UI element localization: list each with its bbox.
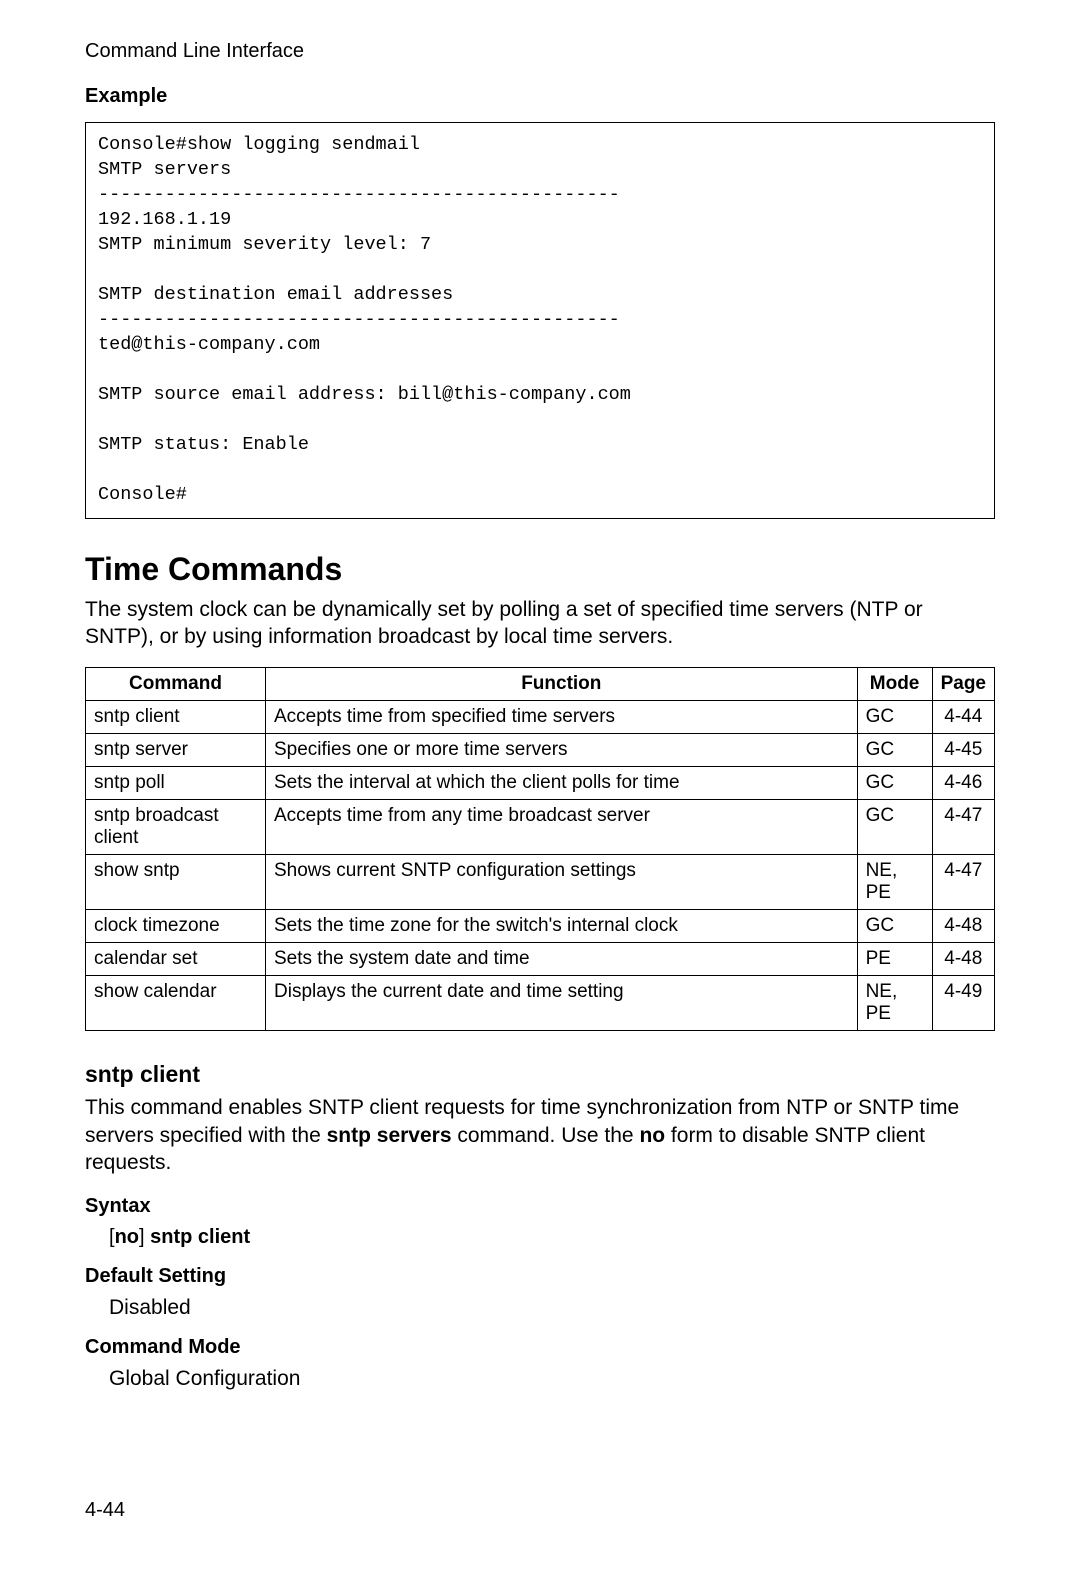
- cell-page: 4-46: [932, 766, 994, 799]
- cell-command: sntp client: [86, 700, 266, 733]
- th-mode: Mode: [857, 667, 932, 700]
- table-row: sntp serverSpecifies one or more time se…: [86, 733, 995, 766]
- cell-page: 4-48: [932, 942, 994, 975]
- cell-command: show sntp: [86, 854, 266, 909]
- syntax-no-keyword: no: [115, 1226, 139, 1248]
- example-heading: Example: [85, 85, 995, 108]
- section-intro-para: The system clock can be dynamically set …: [85, 596, 995, 651]
- cell-mode: GC: [857, 700, 932, 733]
- th-page: Page: [932, 667, 994, 700]
- syntax-line: [no] sntp client: [109, 1226, 995, 1249]
- cell-mode: PE: [857, 942, 932, 975]
- cell-function: Specifies one or more time servers: [266, 733, 858, 766]
- cell-command: sntp poll: [86, 766, 266, 799]
- cell-mode: GC: [857, 766, 932, 799]
- para-bold-sntp-servers: sntp servers: [327, 1124, 452, 1147]
- section-heading-time-commands: Time Commands: [85, 551, 995, 588]
- th-function: Function: [266, 667, 858, 700]
- cell-function: Sets the time zone for the switch's inte…: [266, 909, 858, 942]
- code-example-box: Console#show logging sendmail SMTP serve…: [85, 122, 995, 519]
- cell-page: 4-44: [932, 700, 994, 733]
- cell-command: clock timezone: [86, 909, 266, 942]
- cell-mode: GC: [857, 799, 932, 854]
- syntax-label: Syntax: [85, 1195, 995, 1218]
- table-header-row: Command Function Mode Page: [86, 667, 995, 700]
- table-row: show calendarDisplays the current date a…: [86, 975, 995, 1030]
- cell-command: calendar set: [86, 942, 266, 975]
- default-setting-value: Disabled: [109, 1296, 995, 1320]
- command-mode-label: Command Mode: [85, 1336, 995, 1359]
- para-text-mid: command. Use the: [452, 1124, 640, 1147]
- table-row: clock timezoneSets the time zone for the…: [86, 909, 995, 942]
- cell-command: show calendar: [86, 975, 266, 1030]
- subsection-paragraph: This command enables SNTP client request…: [85, 1094, 995, 1177]
- cell-mode: NE, PE: [857, 854, 932, 909]
- cell-command: sntp server: [86, 733, 266, 766]
- running-header: Command Line Interface: [85, 40, 995, 63]
- table-row: show sntpShows current SNTP configuratio…: [86, 854, 995, 909]
- cell-function: Displays the current date and time setti…: [266, 975, 858, 1030]
- cell-mode: GC: [857, 909, 932, 942]
- cell-page: 4-49: [932, 975, 994, 1030]
- cell-function: Accepts time from specified time servers: [266, 700, 858, 733]
- cell-mode: NE, PE: [857, 975, 932, 1030]
- page-number: 4-44: [85, 1499, 125, 1522]
- cell-function: Accepts time from any time broadcast ser…: [266, 799, 858, 854]
- cell-page: 4-45: [932, 733, 994, 766]
- command-mode-value: Global Configuration: [109, 1367, 995, 1391]
- syntax-command-text: sntp client: [145, 1226, 251, 1248]
- default-setting-label: Default Setting: [85, 1265, 995, 1288]
- para-bold-no: no: [639, 1124, 665, 1147]
- table-row: sntp broadcast clientAccepts time from a…: [86, 799, 995, 854]
- cell-page: 4-47: [932, 854, 994, 909]
- cell-page: 4-47: [932, 799, 994, 854]
- cell-mode: GC: [857, 733, 932, 766]
- cell-function: Shows current SNTP configuration setting…: [266, 854, 858, 909]
- th-command: Command: [86, 667, 266, 700]
- table-row: calendar setSets the system date and tim…: [86, 942, 995, 975]
- table-row: sntp pollSets the interval at which the …: [86, 766, 995, 799]
- subsection-heading-sntp-client: sntp client: [85, 1061, 995, 1088]
- cell-command: sntp broadcast client: [86, 799, 266, 854]
- cell-page: 4-48: [932, 909, 994, 942]
- cell-function: Sets the interval at which the client po…: [266, 766, 858, 799]
- table-row: sntp clientAccepts time from specified t…: [86, 700, 995, 733]
- command-table: Command Function Mode Page sntp clientAc…: [85, 667, 995, 1031]
- cell-function: Sets the system date and time: [266, 942, 858, 975]
